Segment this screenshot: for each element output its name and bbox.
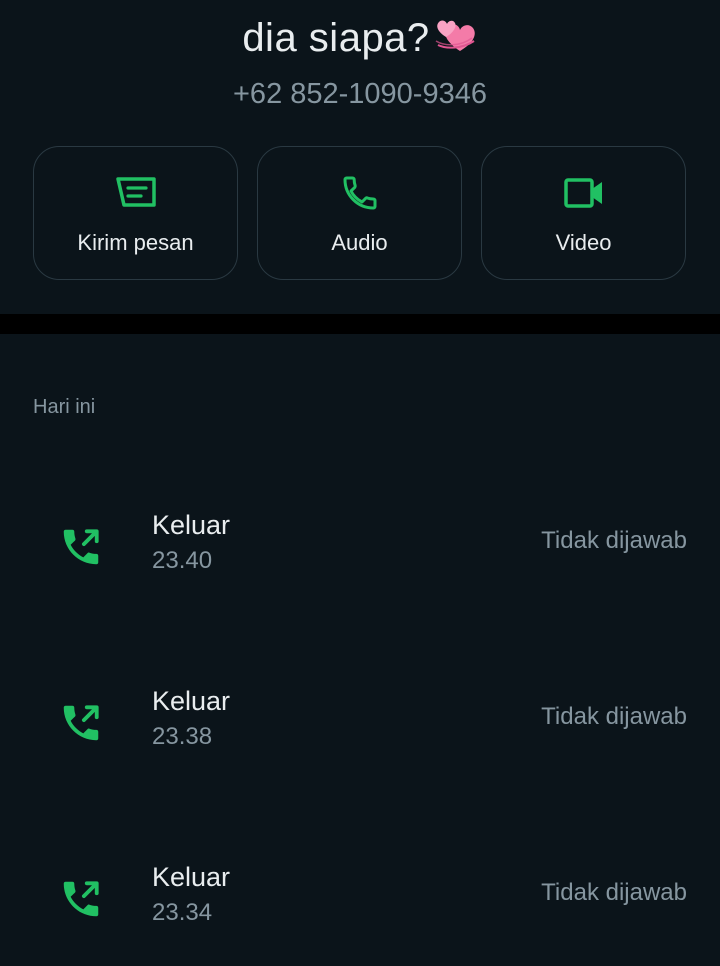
phone-icon: [258, 173, 461, 213]
contact-header: dia siapa? +62 852-1090-9346 Kirim pesan: [0, 0, 720, 314]
call-status: Tidak dijawab: [541, 527, 687, 554]
call-direction: Keluar: [152, 686, 231, 716]
audio-call-button[interactable]: Audio: [257, 146, 462, 280]
two-hearts-emoji: [432, 15, 478, 68]
contact-actions: Kirim pesan Audio Video: [33, 146, 688, 282]
video-call-label: Video: [555, 230, 612, 255]
call-history-row[interactable]: Keluar 23.40 Tidak dijawab: [0, 498, 720, 608]
outgoing-call-icon: [58, 876, 104, 922]
call-direction: Keluar: [152, 862, 231, 892]
contact-phone-number: +62 852-1090-9346: [233, 78, 487, 110]
video-call-button[interactable]: Video: [481, 146, 686, 280]
audio-call-label: Audio: [331, 230, 388, 255]
contact-name-text: dia siapa?: [242, 16, 430, 60]
call-status: Tidak dijawab: [541, 879, 687, 906]
outgoing-call-icon: [58, 524, 104, 570]
call-status: Tidak dijawab: [541, 703, 687, 730]
video-icon: [482, 173, 685, 213]
send-message-button[interactable]: Kirim pesan: [33, 146, 238, 280]
contact-name: dia siapa?: [0, 12, 720, 68]
call-time: 23.34: [152, 899, 213, 926]
call-history-row[interactable]: Keluar 23.38 Tidak dijawab: [0, 674, 720, 784]
call-time: 23.40: [152, 547, 213, 574]
call-history-row[interactable]: Keluar 23.34 Tidak dijawab: [0, 850, 720, 960]
section-divider: [0, 314, 720, 334]
call-time: 23.38: [152, 723, 213, 750]
call-direction: Keluar: [152, 510, 231, 540]
outgoing-call-icon: [58, 700, 104, 746]
send-message-label: Kirim pesan: [77, 230, 194, 255]
call-history-section-title: Hari ini: [33, 396, 96, 418]
message-icon: [34, 173, 237, 213]
